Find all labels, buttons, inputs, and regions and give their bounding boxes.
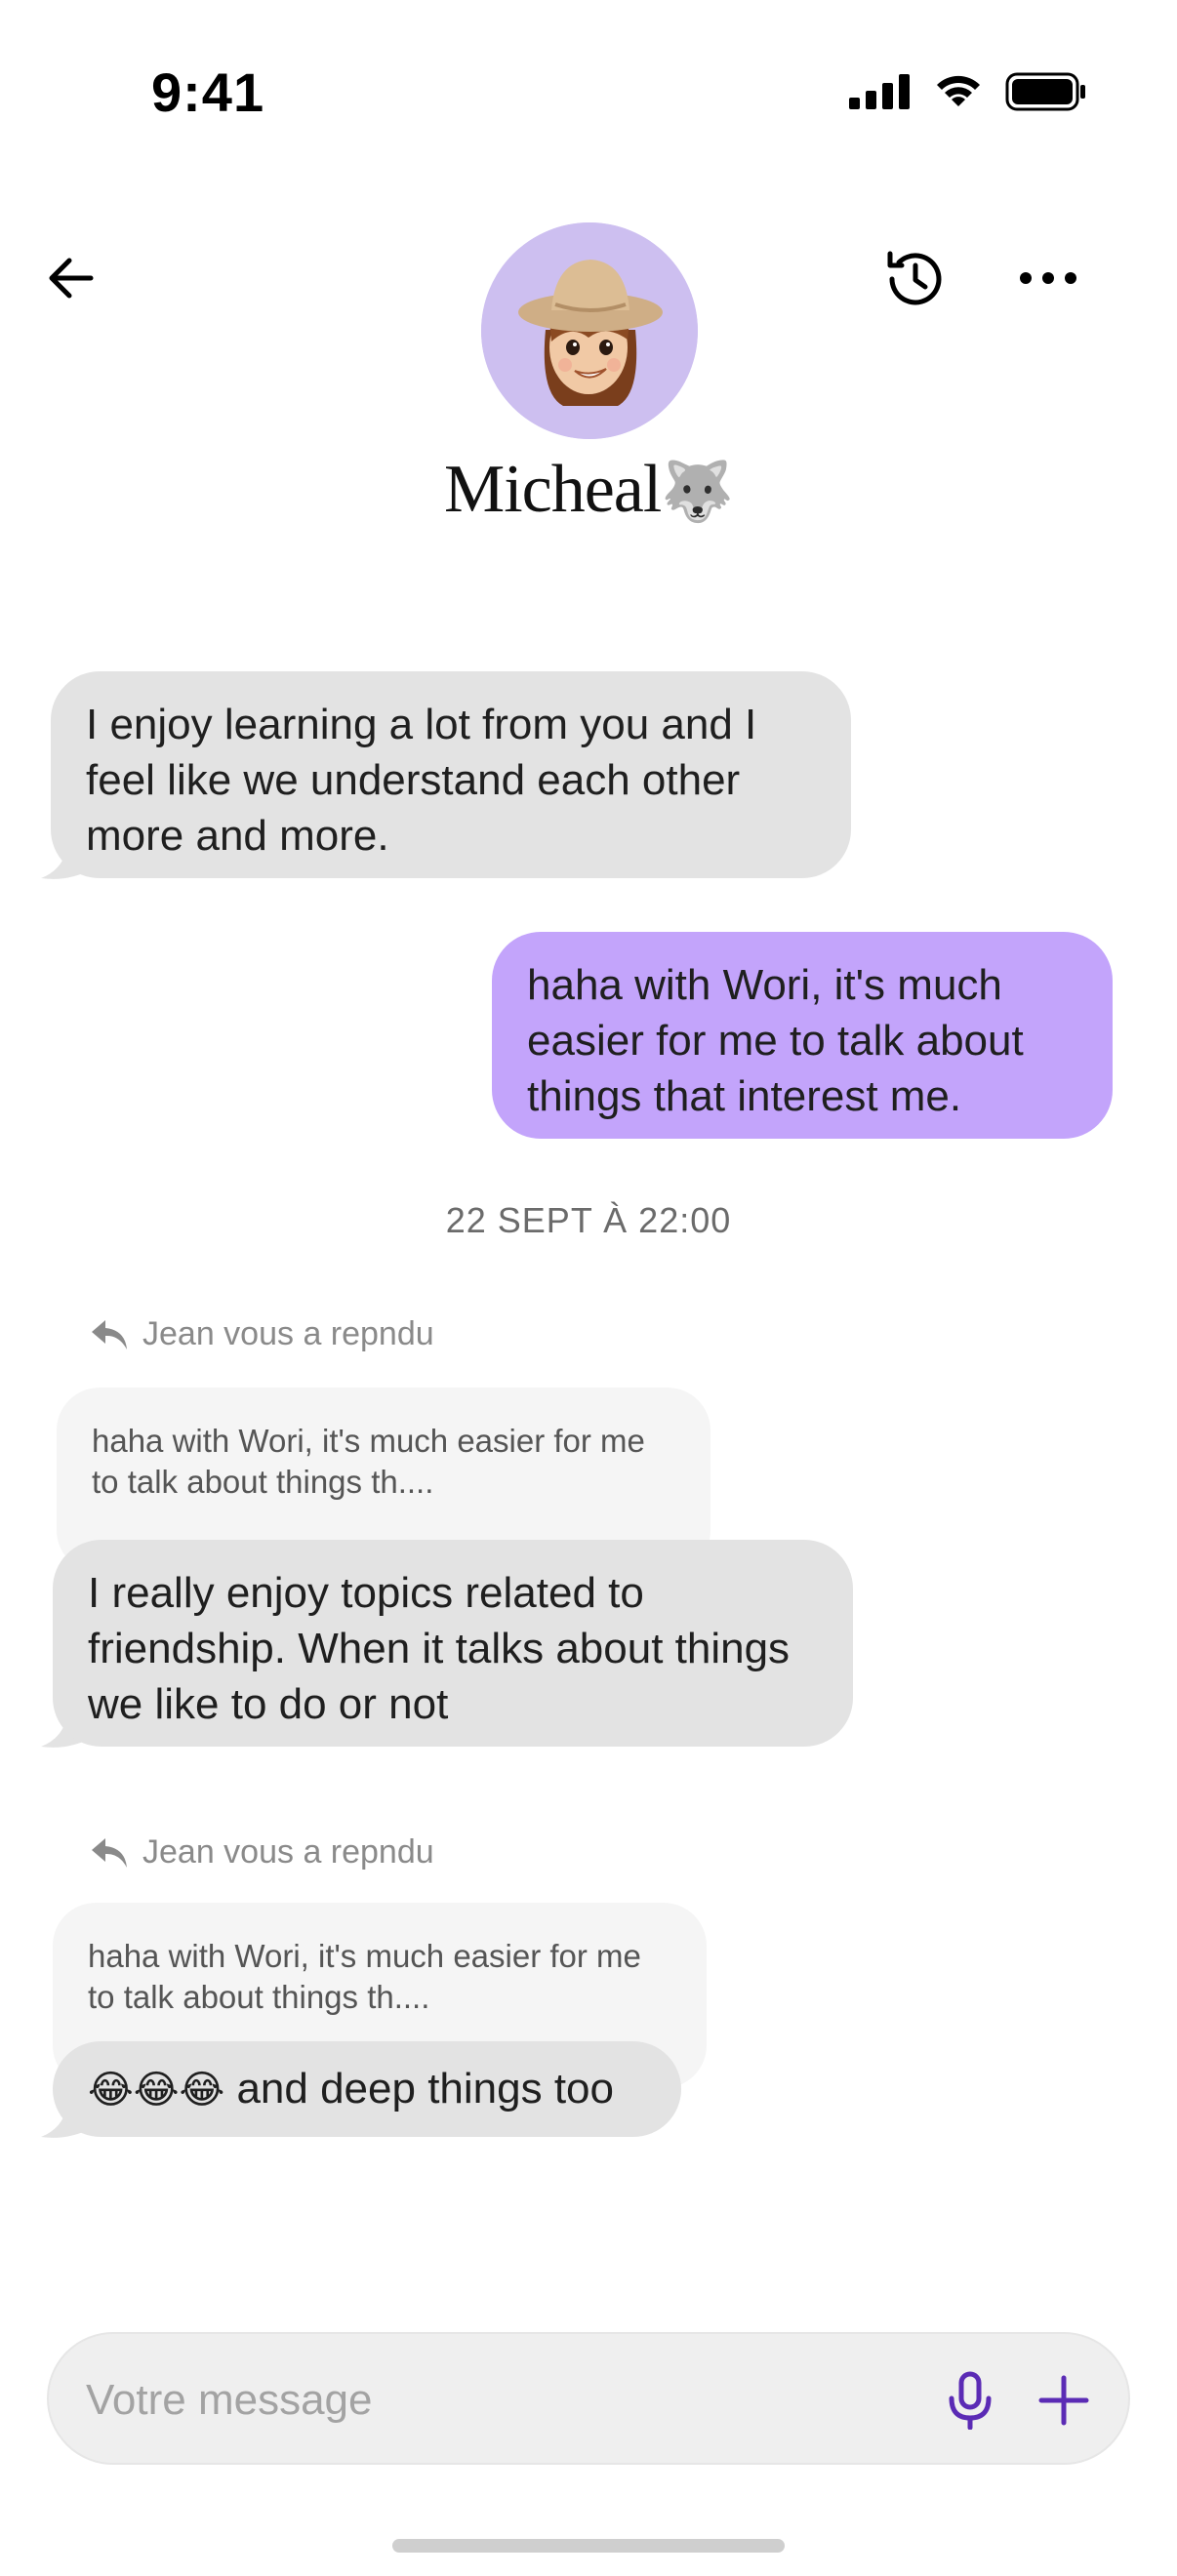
- history-button[interactable]: [874, 238, 956, 320]
- contact-name: Micheal🐺: [0, 451, 1177, 529]
- status-icons: [849, 72, 1087, 111]
- reply-arrow-icon: [92, 1319, 127, 1349]
- wolf-emoji: 🐺: [661, 458, 734, 526]
- home-indicator[interactable]: [392, 2539, 785, 2553]
- status-bar: 9:41: [0, 0, 1177, 195]
- reply-label-text: Jean vous a repndu: [142, 1315, 434, 1352]
- back-button[interactable]: [37, 244, 105, 312]
- cellular-signal-icon: [849, 74, 910, 109]
- arrow-left-icon: [49, 258, 94, 299]
- message-composer: [47, 2332, 1130, 2465]
- microphone-button[interactable]: [933, 2363, 1007, 2437]
- laughing-emoji: 😂😂😂: [88, 2068, 225, 2113]
- reply-label-text: Jean vous a repndu: [142, 1833, 434, 1871]
- chat-screen: 9:41 Micheal🐺 I enjoy learning a lot fro…: [0, 0, 1177, 2576]
- contact-name-text: Micheal: [443, 452, 662, 527]
- battery-icon: [1005, 72, 1085, 111]
- reply-arrow-icon: [92, 1837, 127, 1868]
- microphone-icon: [949, 2371, 992, 2430]
- reply-label: Jean vous a repndu: [90, 1315, 434, 1353]
- message-timestamp: 22 SEPT À 22:00: [445, 1200, 732, 1240]
- avatar[interactable]: [481, 222, 698, 439]
- add-attachment-button[interactable]: [1027, 2363, 1101, 2437]
- incoming-message[interactable]: I enjoy learning a lot from you and I fe…: [51, 671, 851, 878]
- more-button[interactable]: [1009, 244, 1087, 312]
- incoming-reply-message[interactable]: I really enjoy topics related to friends…: [53, 1540, 853, 1747]
- history-icon: [887, 251, 942, 305]
- more-horizontal-icon: [1020, 272, 1076, 284]
- reply-label: Jean vous a repndu: [90, 1833, 434, 1872]
- memoji-avatar-icon: [481, 222, 698, 439]
- message-text: and deep things too: [224, 2065, 614, 2113]
- message-input[interactable]: [86, 2363, 915, 2437]
- plus-icon: [1038, 2375, 1089, 2426]
- status-time: 9:41: [151, 61, 265, 123]
- wifi-icon: [937, 75, 980, 106]
- incoming-reply-message[interactable]: 😂😂😂 and deep things too: [53, 2041, 681, 2137]
- outgoing-message[interactable]: haha with Wori, it's much easier for me …: [492, 932, 1113, 1139]
